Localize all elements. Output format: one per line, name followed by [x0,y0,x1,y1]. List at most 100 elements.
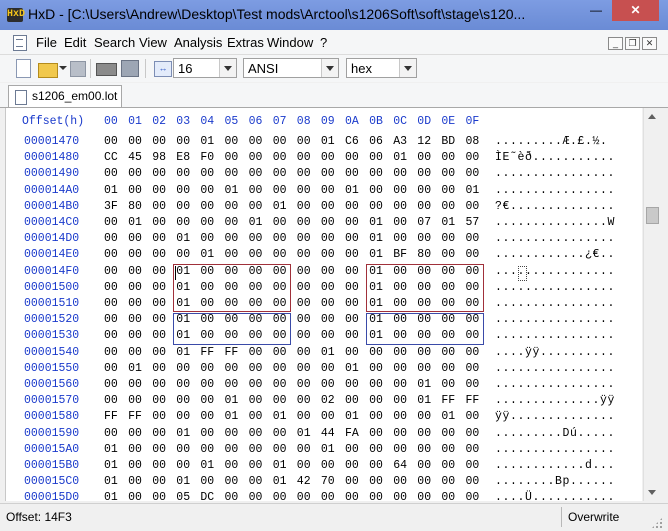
hex-byte[interactable]: 05 [176,491,190,501]
hex-byte[interactable]: 00 [273,216,287,229]
hex-byte[interactable]: 00 [345,151,359,164]
scroll-down-arrow-icon[interactable] [644,484,661,501]
hex-byte[interactable]: 00 [297,151,311,164]
document-icon[interactable] [13,35,27,51]
hex-byte[interactable]: 00 [441,491,455,501]
hex-byte[interactable]: 00 [104,167,118,180]
hex-byte[interactable]: 00 [297,491,311,501]
hex-byte[interactable]: 00 [466,378,480,391]
hex-byte[interactable]: 01 [225,410,239,423]
hex-byte[interactable]: 00 [200,184,214,197]
hex-byte[interactable]: 00 [466,167,480,180]
hex-byte[interactable]: 00 [369,362,383,375]
hex-byte[interactable]: 00 [200,378,214,391]
hex-byte[interactable]: 00 [466,491,480,501]
hex-byte[interactable]: 00 [273,362,287,375]
hex-byte[interactable]: 00 [249,135,263,148]
menu-view[interactable]: View [139,35,167,50]
hex-byte[interactable]: 01 [225,394,239,407]
hex-byte[interactable]: 00 [104,394,118,407]
ascii-text[interactable]: ................ [495,378,615,391]
hex-byte[interactable]: 00 [200,232,214,245]
hex-byte[interactable]: 01 [273,200,287,213]
hex-byte[interactable]: 00 [345,281,359,294]
hex-byte[interactable]: 00 [225,362,239,375]
hex-byte[interactable]: 00 [200,362,214,375]
hex-byte[interactable]: 00 [297,232,311,245]
hex-byte[interactable]: 01 [200,459,214,472]
hex-byte[interactable]: A3 [393,135,407,148]
hex-byte[interactable]: 00 [249,475,263,488]
hex-byte[interactable]: 00 [152,491,166,501]
hex-byte[interactable]: 00 [249,200,263,213]
hex-byte[interactable]: 00 [128,491,142,501]
hex-byte[interactable]: 00 [152,135,166,148]
menu-extras[interactable]: Extras [227,35,264,50]
hex-byte[interactable]: FF [225,346,239,359]
hex-byte[interactable]: 00 [393,475,407,488]
close-button[interactable]: ✕ [612,0,659,21]
hex-byte[interactable]: 00 [417,184,431,197]
hex-byte[interactable]: 01 [273,459,287,472]
hex-byte[interactable]: 01 [176,427,190,440]
hex-byte[interactable]: 00 [417,362,431,375]
hex-byte[interactable]: 01 [417,378,431,391]
hex-byte[interactable]: 00 [321,216,335,229]
hex-byte[interactable]: 01 [104,475,118,488]
hex-byte[interactable]: 00 [297,362,311,375]
hex-byte[interactable]: 00 [417,410,431,423]
hex-byte[interactable]: 00 [152,394,166,407]
hex-byte[interactable]: 00 [369,427,383,440]
hex-byte[interactable]: 00 [441,167,455,180]
hex-byte[interactable]: 00 [393,346,407,359]
ascii-text[interactable]: ÌE˜èð........... [495,151,615,164]
hex-byte[interactable]: 08 [466,135,480,148]
hex-byte[interactable]: 00 [321,313,335,326]
hex-byte[interactable]: 00 [273,135,287,148]
hex-byte[interactable]: 00 [128,346,142,359]
hex-byte[interactable]: 00 [297,459,311,472]
hex-byte[interactable]: 00 [297,394,311,407]
vertical-scrollbar[interactable] [643,108,661,501]
open-dropdown-arrow-icon[interactable] [59,66,67,70]
ascii-text[interactable]: ...............W [495,216,615,229]
chevron-down-icon[interactable] [219,59,236,77]
hex-byte[interactable]: 00 [128,297,142,310]
hex-byte[interactable]: 80 [128,200,142,213]
hex-byte[interactable]: 00 [441,232,455,245]
hex-byte[interactable]: CC [104,151,118,164]
hex-byte[interactable]: 70 [321,475,335,488]
hex-byte[interactable]: 00 [225,378,239,391]
hex-byte[interactable]: 80 [417,248,431,261]
ascii-text[interactable]: ..............ÿÿ [495,394,615,407]
status-mode[interactable]: Overwrite [568,510,619,524]
mdi-minimize-button[interactable]: _ [608,37,623,50]
ascii-text[interactable]: ................ [495,184,615,197]
hex-byte[interactable]: 00 [152,459,166,472]
minimize-button[interactable]: — [583,0,609,21]
hex-byte[interactable]: 00 [152,378,166,391]
hex-byte[interactable]: BD [441,135,455,148]
hex-byte[interactable]: 00 [466,427,480,440]
charset-select[interactable]: ANSI [243,58,339,78]
hex-byte[interactable]: 00 [128,329,142,342]
menu-search[interactable]: Search [94,35,135,50]
hex-byte[interactable]: 02 [321,394,335,407]
hex-byte[interactable]: 00 [128,265,142,278]
hex-byte[interactable]: 00 [152,216,166,229]
hex-byte[interactable]: 00 [249,378,263,391]
hex-byte[interactable]: 00 [128,378,142,391]
hex-byte[interactable]: 00 [249,346,263,359]
hex-byte[interactable]: 01 [176,475,190,488]
hex-byte[interactable]: 00 [128,167,142,180]
hex-byte[interactable]: 00 [128,443,142,456]
hex-byte[interactable]: 00 [417,200,431,213]
hex-byte[interactable]: 00 [393,378,407,391]
hex-byte[interactable]: 00 [200,443,214,456]
ascii-text[interactable]: ....ÿÿ.......... [495,346,615,359]
hex-byte[interactable]: 42 [297,475,311,488]
hex-byte[interactable]: 12 [417,135,431,148]
hex-byte[interactable]: 00 [152,362,166,375]
hex-byte[interactable]: 00 [225,459,239,472]
hex-byte[interactable]: 00 [297,200,311,213]
